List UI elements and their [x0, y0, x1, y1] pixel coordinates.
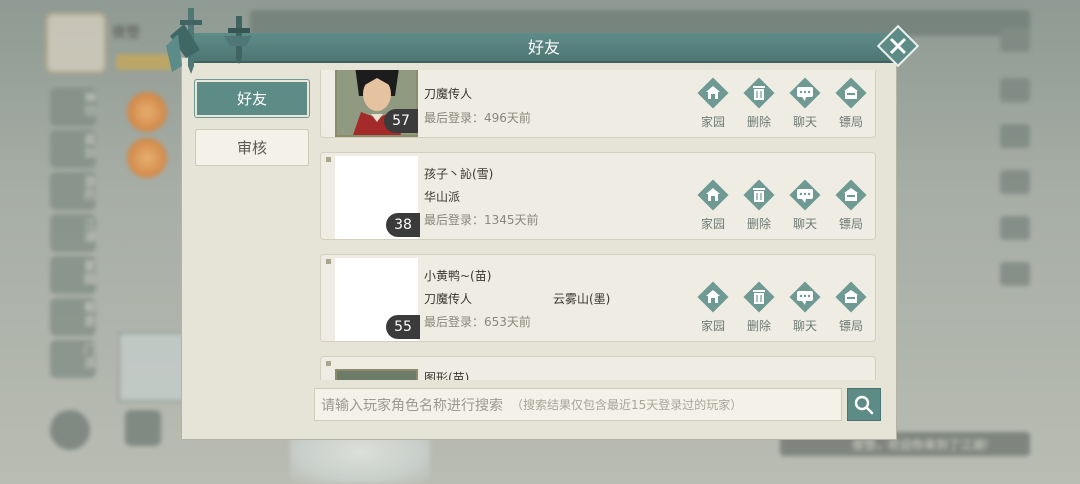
- background-orb-icon: [127, 138, 167, 178]
- trash-icon: [743, 179, 775, 211]
- search-button[interactable]: [847, 388, 881, 421]
- background-right-button: [1000, 78, 1030, 102]
- friend-name: 图形(苗): [424, 371, 470, 380]
- tab-review[interactable]: 审核: [195, 129, 309, 166]
- level-badge: 38: [386, 213, 420, 237]
- list-item[interactable]: 38 孩子丶訫(雪) 华山派 最后登录：1345天前 家园 删除 聊天 镖局: [320, 152, 876, 240]
- escort-button[interactable]: 镖局: [833, 279, 869, 334]
- trash-icon: [743, 281, 775, 313]
- escort-icon: [835, 281, 867, 313]
- tab-friends[interactable]: 好友: [195, 80, 309, 117]
- homestead-label: 家园: [700, 115, 725, 129]
- last-login: 最后登录：1345天前: [424, 213, 539, 227]
- chat-label: 聊天: [792, 319, 817, 333]
- background-side-label: 帮会: [84, 301, 97, 328]
- friend-name: 孩子丶訫(雪): [424, 167, 494, 181]
- escort-label: 镖局: [838, 217, 863, 231]
- level-badge: 55: [386, 315, 420, 339]
- search-input[interactable]: 请输入玩家角色名称进行搜索 （搜索结果仅包含最近15天登录过的玩家）: [314, 388, 842, 421]
- chat-bubble-icon: [789, 77, 821, 109]
- background-panel: [118, 332, 188, 402]
- delete-button[interactable]: 删除: [741, 177, 777, 232]
- last-login: 最后登录：496天前: [424, 111, 531, 125]
- chat-button[interactable]: 聊天: [787, 279, 823, 334]
- escort-icon: [835, 179, 867, 211]
- sword-decoration-icon: [166, 8, 252, 74]
- chat-button[interactable]: 聊天: [787, 177, 823, 232]
- background-side-label: 英剑: [84, 133, 97, 160]
- tab-bar: 好友 审核: [195, 80, 310, 178]
- background-right-button: [1000, 262, 1030, 286]
- delete-label: 删除: [746, 217, 771, 231]
- delete-label: 删除: [746, 115, 771, 129]
- friend-sect: 华山派: [424, 190, 461, 204]
- background-side-label: 门派: [84, 343, 97, 370]
- search-hint: （搜索结果仅包含最近15天登录过的玩家）: [511, 398, 743, 412]
- row-actions: 家园 删除 聊天 镖局: [695, 177, 869, 232]
- row-actions: 家园 删除 聊天 镖局: [695, 75, 869, 130]
- homestead-button[interactable]: 家园: [695, 279, 731, 334]
- escort-icon: [835, 77, 867, 109]
- chat-label: 聊天: [792, 217, 817, 231]
- homestead-icon: [697, 281, 729, 313]
- row-marker: [326, 361, 331, 366]
- row-marker: [326, 157, 331, 162]
- list-item[interactable]: 57 刀魔传人 最后登录：496天前 家园 删除 聊天 镖局: [320, 70, 876, 138]
- background-right-button: [1000, 216, 1030, 240]
- friend-sect: 刀魔传人: [424, 87, 473, 101]
- friend-name: 小黄鸭~(苗): [424, 269, 492, 283]
- background-right-button: [1000, 124, 1030, 148]
- friend-list[interactable]: 57 刀魔传人 最后登录：496天前 家园 删除 聊天 镖局 38 孩子丶訫(雪…: [315, 70, 881, 380]
- delete-label: 删除: [746, 319, 771, 333]
- background-player-name: 夜箜: [112, 25, 140, 41]
- trash-icon: [743, 77, 775, 109]
- homestead-label: 家园: [700, 319, 725, 333]
- list-item[interactable]: 55 小黄鸭~(苗) 刀魔传人 云雾山(墨) 最后登录：653天前 家园 删除: [320, 254, 876, 342]
- background-side-label: 家园: [84, 259, 97, 286]
- chat-label: 聊天: [792, 115, 817, 129]
- escort-label: 镖局: [838, 115, 863, 129]
- escort-button[interactable]: 镖局: [833, 75, 869, 130]
- list-item[interactable]: 图形(苗): [320, 356, 876, 380]
- friend-guild: 云雾山(墨): [553, 292, 611, 306]
- delete-button[interactable]: 删除: [741, 75, 777, 130]
- search-placeholder: 请输入玩家角色名称进行搜索: [321, 397, 503, 414]
- chat-bubble-icon: [789, 179, 821, 211]
- background-bottom-button: [125, 410, 161, 446]
- escort-label: 镖局: [838, 319, 863, 333]
- background-bottom-button: [50, 410, 90, 450]
- last-login: 最后登录：653天前: [424, 315, 531, 329]
- avatar[interactable]: 55: [335, 258, 420, 341]
- row-actions: 家园 删除 聊天 镖局: [695, 279, 869, 334]
- background-side-label: 神功: [84, 91, 97, 118]
- friend-sect: 刀魔传人: [424, 292, 473, 306]
- background-player-avatar: [45, 12, 107, 74]
- row-marker: [326, 259, 331, 264]
- escort-button[interactable]: 镖局: [833, 177, 869, 232]
- homestead-label: 家园: [700, 217, 725, 231]
- avatar[interactable]: 57: [335, 70, 418, 137]
- background-orb-icon: [127, 92, 167, 132]
- dialog-title: 好友: [527, 38, 560, 57]
- background-side-label: 江湖: [84, 217, 97, 244]
- homestead-icon: [697, 179, 729, 211]
- homestead-button[interactable]: 家园: [695, 75, 731, 130]
- avatar[interactable]: [335, 369, 418, 380]
- delete-button[interactable]: 删除: [741, 279, 777, 334]
- search-icon: [854, 395, 874, 414]
- chat-button[interactable]: 聊天: [787, 75, 823, 130]
- level-badge: 57: [384, 109, 418, 133]
- background-side-label: 游历: [84, 175, 97, 202]
- background-right-button: [1000, 28, 1030, 52]
- homestead-icon: [697, 77, 729, 109]
- chat-bubble-icon: [789, 281, 821, 313]
- avatar[interactable]: 38: [335, 156, 420, 239]
- background-right-button: [1000, 170, 1030, 194]
- close-icon[interactable]: [876, 24, 920, 68]
- homestead-button[interactable]: 家园: [695, 177, 731, 232]
